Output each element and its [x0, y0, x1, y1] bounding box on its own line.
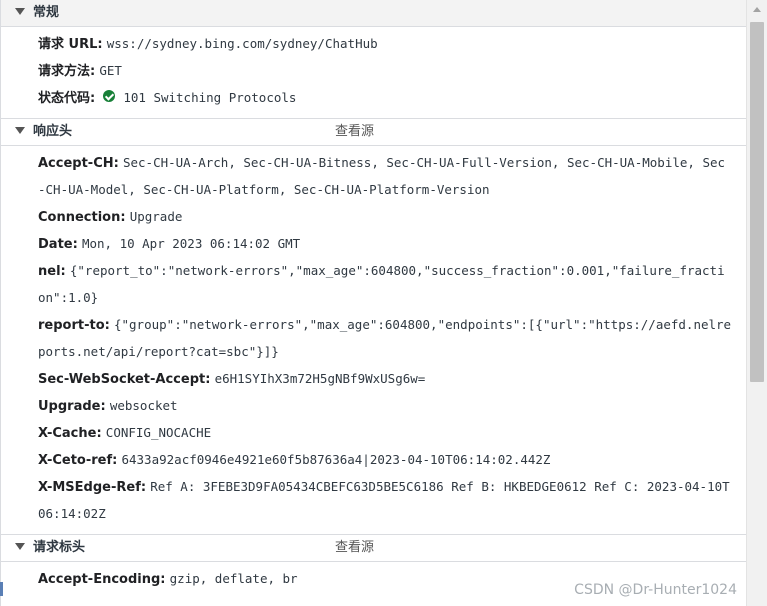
header-key: X-MSEdge-Ref:	[38, 480, 147, 495]
watermark-text: CSDN @Dr-Hunter1024	[574, 582, 737, 598]
header-value: Sec-CH-UA-Arch, Sec-CH-UA-Bitness, Sec-C…	[38, 155, 726, 197]
response-header-row: X-MSEdge-Ref: Ref A: 3FEBE3D9FA05434CBEF…	[1, 474, 748, 528]
header-value: e6H1SYIhX3m72H5gNBf9WxUSg6w=	[214, 371, 426, 386]
response-header-row: X-Ceto-ref: 6433a92acf0946e4921e60f5b876…	[1, 447, 748, 474]
general-row-url: 请求 URL: wss://sydney.bing.com/sydney/Cha…	[1, 31, 748, 58]
header-key: Sec-WebSocket-Accept:	[38, 372, 211, 387]
header-value: wss://sydney.bing.com/sydney/ChatHub	[106, 36, 378, 51]
view-source-button[interactable]: 查看源	[335, 535, 374, 561]
status-ok-icon	[103, 89, 116, 102]
header-key: report-to:	[38, 318, 110, 333]
header-value: GET	[99, 63, 122, 78]
header-value: Mon, 10 Apr 2023 06:14:02 GMT	[81, 236, 301, 251]
header-value: Upgrade	[129, 209, 183, 224]
response-header-row: Connection: Upgrade	[1, 204, 748, 231]
header-value: CONFIG_NOCACHE	[105, 425, 212, 440]
header-key: Accept-CH:	[38, 156, 119, 171]
response-headers-title: 响应头	[33, 124, 73, 139]
response-header-row: Date: Mon, 10 Apr 2023 06:14:02 GMT	[1, 231, 748, 258]
response-headers-section-header[interactable]: 响应头 查看源	[1, 118, 748, 146]
response-header-row: Accept-CH: Sec-CH-UA-Arch, Sec-CH-UA-Bit…	[1, 150, 748, 204]
header-key: nel:	[38, 264, 66, 279]
header-value: websocket	[109, 398, 178, 413]
view-source-button[interactable]: 查看源	[335, 119, 374, 145]
response-header-row: X-Cache: CONFIG_NOCACHE	[1, 420, 748, 447]
response-header-row: Sec-WebSocket-Accept: e6H1SYIhX3m72H5gNB…	[1, 366, 748, 393]
general-section-header[interactable]: 常规	[1, 0, 748, 27]
response-header-row: Upgrade: websocket	[1, 393, 748, 420]
headers-panel: 常规 请求 URL: wss://sydney.bing.com/sydney/…	[0, 0, 748, 606]
header-value: gzip, deflate, br	[169, 571, 298, 586]
scrollbar-thumb[interactable]	[750, 22, 764, 382]
response-header-row: report-to: {"group":"network-errors","ma…	[1, 312, 748, 366]
left-edge-marker	[0, 582, 3, 596]
response-header-rows: Accept-CH: Sec-CH-UA-Arch, Sec-CH-UA-Bit…	[1, 146, 748, 534]
collapse-triangle-icon	[15, 8, 25, 15]
header-value: 101 Switching Protocols	[123, 90, 297, 105]
general-row-method: 请求方法: GET	[1, 58, 748, 85]
response-header-row: nel: {"report_to":"network-errors","max_…	[1, 258, 748, 312]
general-section-title: 常规	[33, 5, 60, 20]
collapse-triangle-icon	[15, 543, 25, 550]
request-headers-section-header[interactable]: 请求标头 查看源	[1, 534, 748, 562]
collapse-triangle-icon	[15, 127, 25, 134]
request-headers-title: 请求标头	[33, 540, 86, 555]
header-key: 请求方法:	[38, 64, 96, 79]
header-value: 6433a92acf0946e4921e60f5b87636a4|2023-04…	[121, 452, 551, 467]
header-key: X-Cache:	[38, 426, 102, 441]
header-key: X-Ceto-ref:	[38, 453, 118, 468]
header-key: 状态代码:	[38, 91, 96, 106]
general-row-status: 状态代码: 101 Switching Protocols	[1, 85, 748, 112]
header-value: {"group":"network-errors","max_age":6048…	[38, 317, 732, 359]
header-key: Upgrade:	[38, 399, 106, 414]
header-key: Connection:	[38, 210, 126, 225]
header-value: {"report_to":"network-errors","max_age":…	[38, 263, 725, 305]
general-rows: 请求 URL: wss://sydney.bing.com/sydney/Cha…	[1, 27, 748, 118]
vertical-scrollbar[interactable]	[746, 0, 767, 606]
header-key: Accept-Encoding:	[38, 572, 166, 587]
header-key: Date:	[38, 237, 78, 252]
header-key: 请求 URL:	[38, 37, 103, 52]
scroll-up-arrow-icon[interactable]	[747, 0, 767, 20]
